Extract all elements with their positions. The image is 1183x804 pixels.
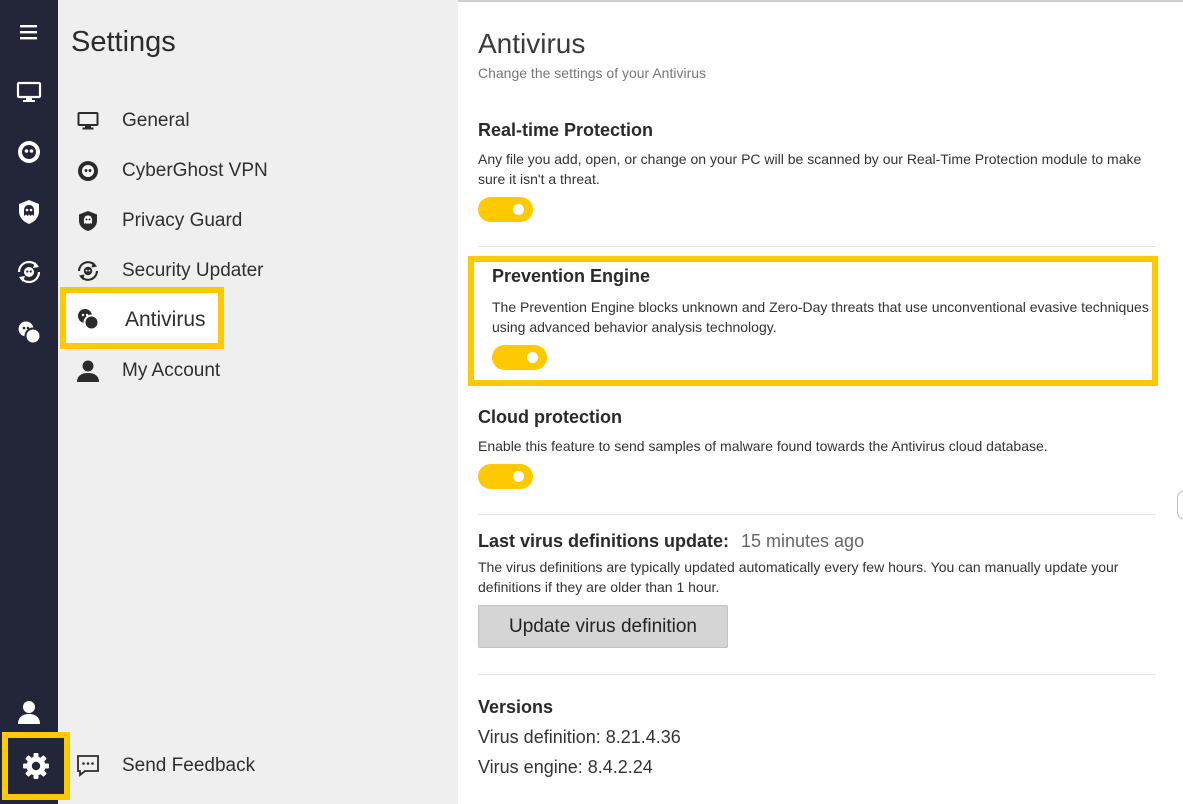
page-subtitle: Change the settings of your Antivirus <box>478 65 707 81</box>
virus-engine-version: Virus engine: 8.4.2.24 <box>478 757 653 777</box>
menu-icon[interactable] <box>0 12 58 52</box>
sidebar-item-cyberghost-vpn[interactable]: CyberGhost VPN <box>58 150 438 190</box>
sidebar-item-privacy-guard[interactable]: Privacy Guard <box>58 200 438 240</box>
prevention-engine-title: Prevention Engine <box>492 266 651 286</box>
toggle-knob <box>513 471 524 482</box>
sidebar-item-label: General <box>122 110 190 131</box>
divider <box>478 514 1156 515</box>
page-title: Antivirus <box>478 28 586 59</box>
sidebar-item-label: My Account <box>122 360 221 381</box>
last-update-label: Last virus definitions update: <box>478 531 730 551</box>
sidebar-item-antivirus[interactable]: Antivirus <box>60 287 224 349</box>
ghost-icon <box>76 159 100 183</box>
last-update-value: 15 minutes ago <box>741 531 865 551</box>
realtime-protection-toggle[interactable] <box>478 197 533 222</box>
antivirus-settings-panel: Antivirus Change the settings of your An… <box>458 0 1183 804</box>
sidebar-item-label: Antivirus <box>125 308 206 331</box>
monitor-icon[interactable] <box>0 72 58 112</box>
scroll-handle[interactable] <box>1177 490 1183 520</box>
realtime-protection-title: Real-time Protection <box>478 120 654 140</box>
privacy-shield-icon <box>76 209 100 233</box>
antivirus-icon[interactable] <box>0 312 58 352</box>
versions-title: Versions <box>478 697 554 717</box>
security-updater-icon <box>76 259 100 283</box>
user-icon <box>76 359 100 383</box>
prevention-engine-desc: The Prevention Engine blocks unknown and… <box>492 299 1149 335</box>
sidebar-item-label: CyberGhost VPN <box>122 160 268 181</box>
ghost-icon[interactable] <box>0 132 58 172</box>
sidebar-item-general[interactable]: General <box>58 100 438 140</box>
antivirus-icon <box>76 307 100 331</box>
privacy-shield-icon[interactable] <box>0 192 58 232</box>
update-virus-definition-button[interactable]: Update virus definition <box>478 605 728 648</box>
divider <box>478 674 1156 675</box>
cloud-protection-desc: Enable this feature to send samples of m… <box>478 438 1048 454</box>
realtime-protection-desc: Any file you add, open, or change on you… <box>478 151 1142 187</box>
sidebar-item-security-updater[interactable]: Security Updater <box>58 250 438 290</box>
icon-bar <box>0 0 58 804</box>
toggle-knob <box>513 204 524 215</box>
monitor-icon <box>76 109 100 133</box>
cloud-protection-title: Cloud protection <box>478 407 622 427</box>
sidebar-item-my-account[interactable]: My Account <box>58 350 438 390</box>
prevention-engine-toggle[interactable] <box>492 345 547 370</box>
cloud-protection-toggle[interactable] <box>478 464 533 489</box>
toggle-knob <box>527 352 538 363</box>
gear-icon <box>23 753 49 779</box>
send-feedback-link[interactable]: Send Feedback <box>58 745 438 785</box>
security-updater-icon[interactable] <box>0 252 58 292</box>
settings-sidebar: Settings General CyberGhost VPN Privacy … <box>58 0 458 804</box>
user-icon[interactable] <box>0 692 58 732</box>
divider <box>478 246 1156 247</box>
virus-definition-version: Virus definition: 8.21.4.36 <box>478 727 681 747</box>
settings-gear-button[interactable] <box>2 732 70 800</box>
definitions-desc: The virus definitions are typically upda… <box>478 559 1119 595</box>
sidebar-item-label: Security Updater <box>122 260 264 281</box>
settings-title: Settings <box>71 26 176 58</box>
sidebar-item-label: Privacy Guard <box>122 210 243 231</box>
feedback-icon <box>76 754 100 778</box>
send-feedback-label: Send Feedback <box>122 755 256 776</box>
